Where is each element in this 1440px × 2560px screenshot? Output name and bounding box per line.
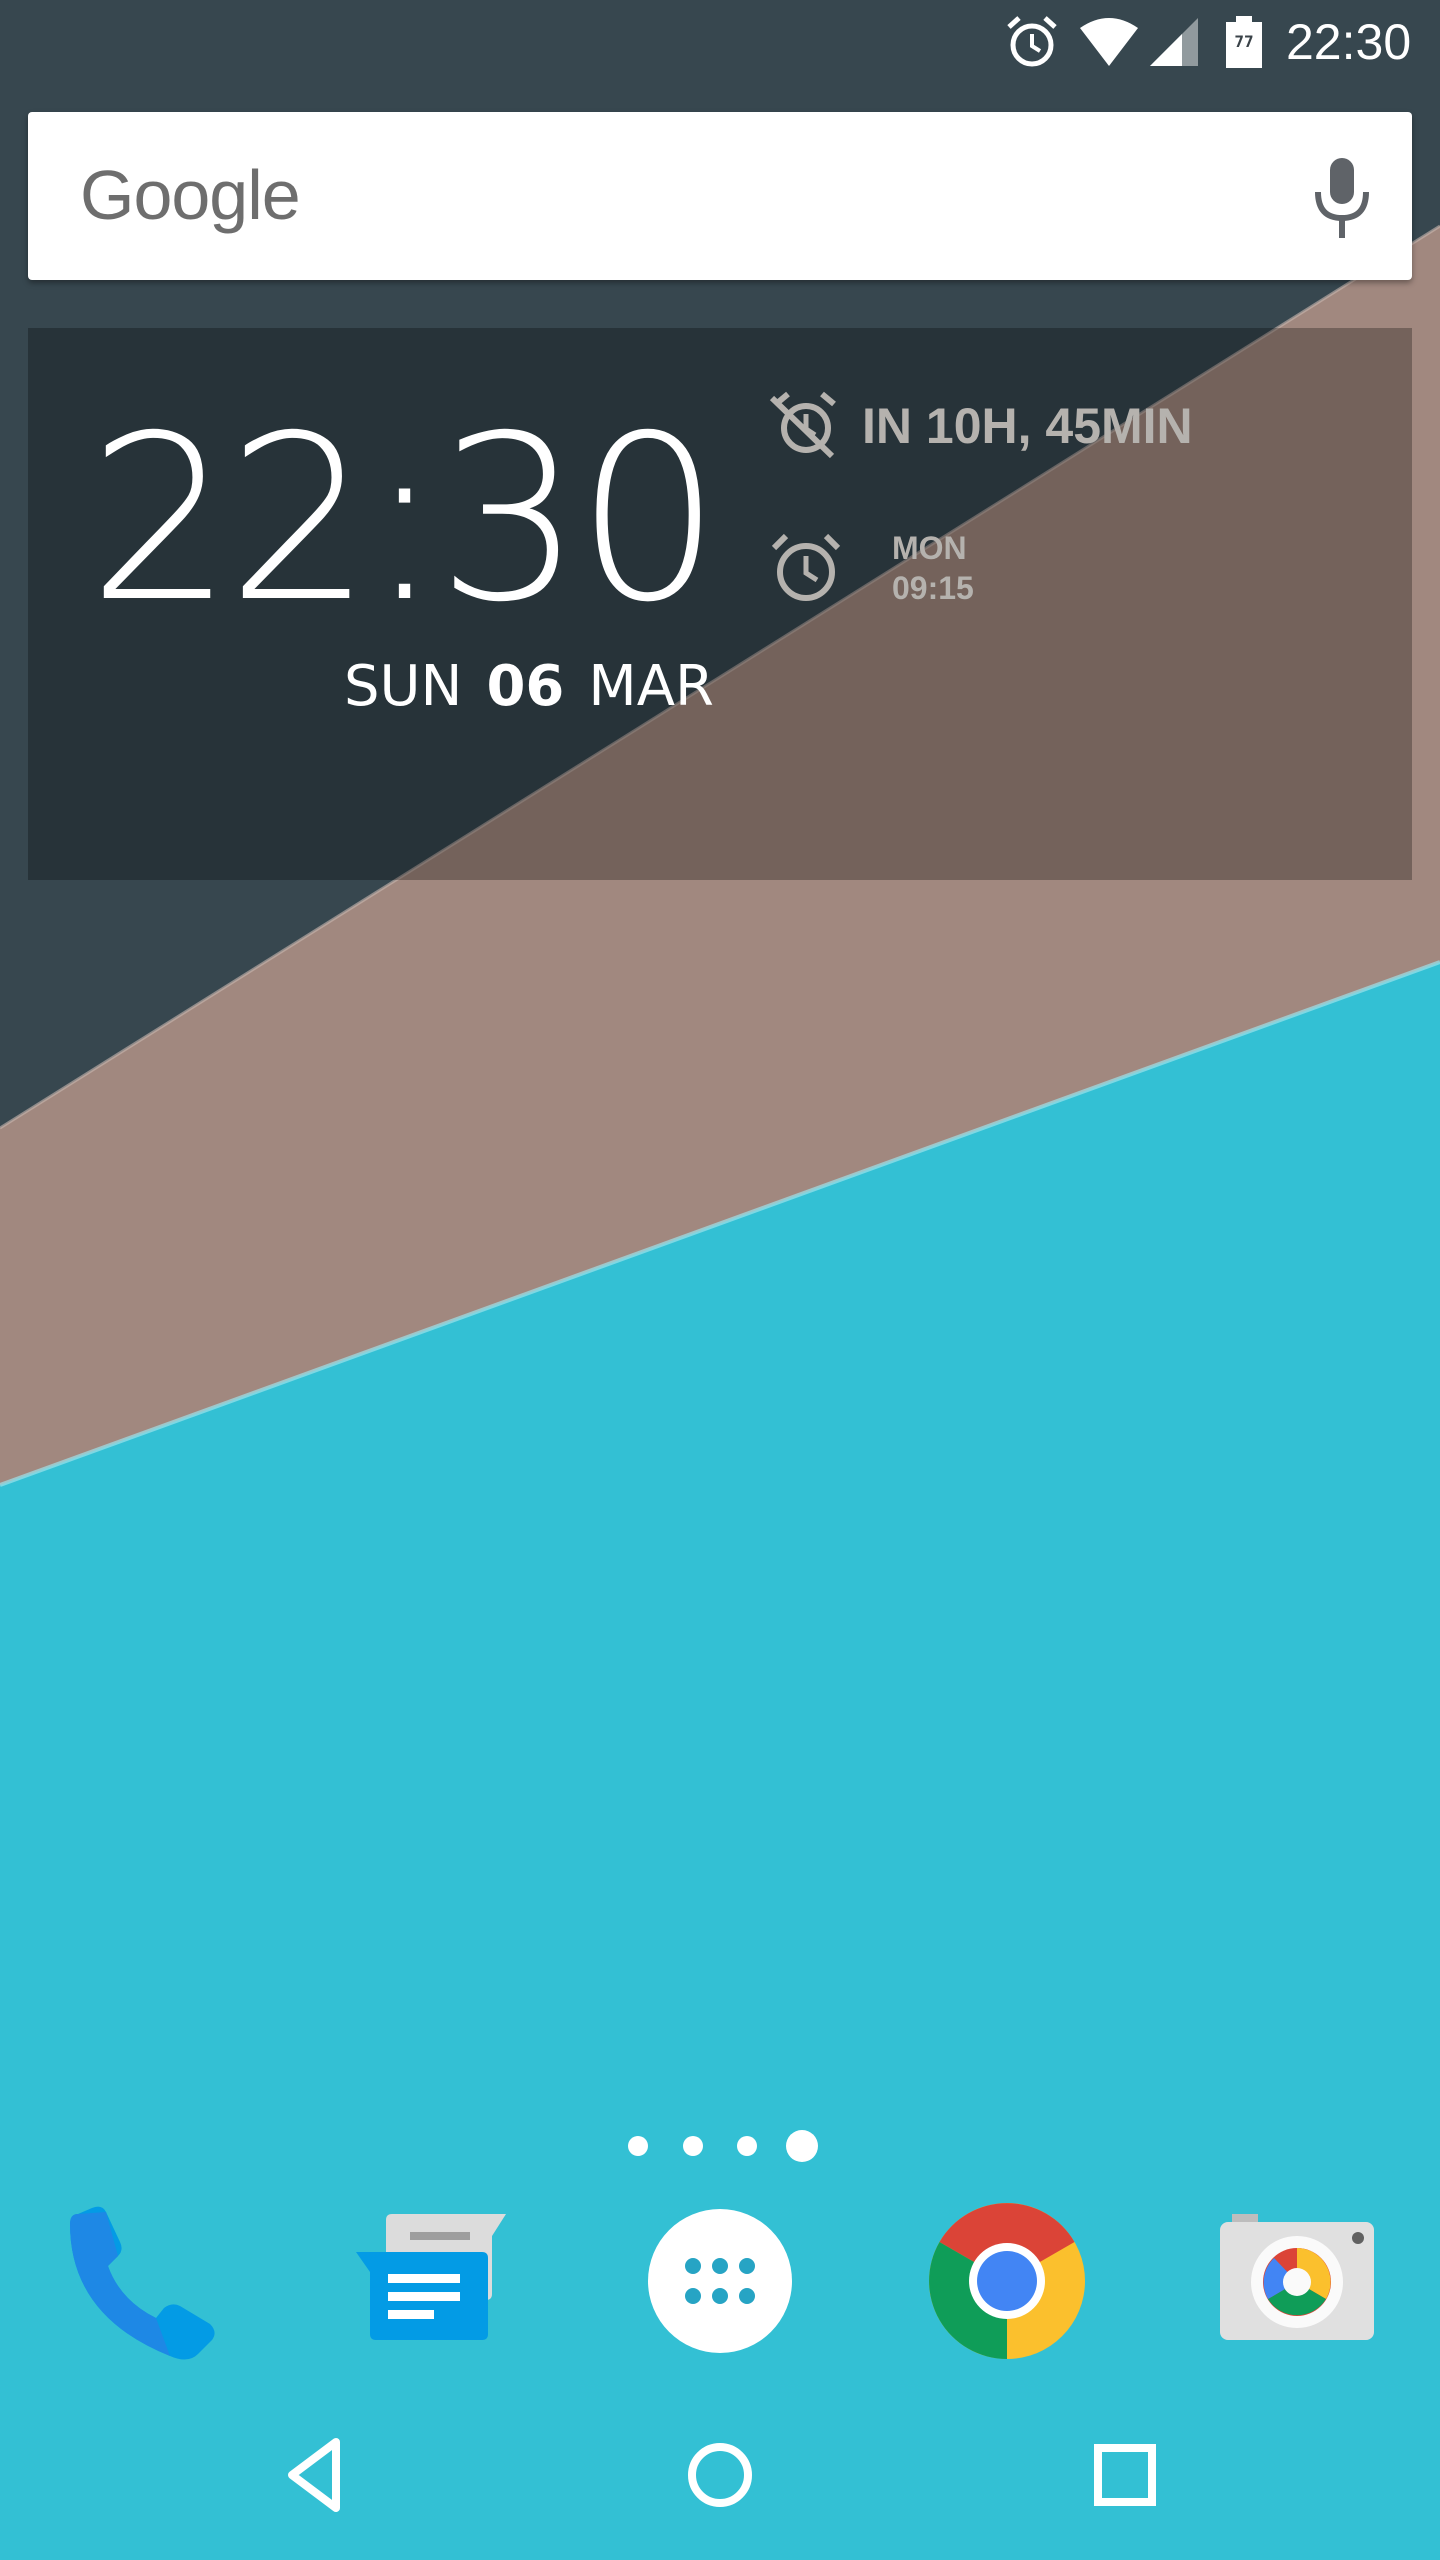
date-month: MAR	[588, 654, 714, 719]
wifi-icon	[1080, 18, 1138, 66]
messenger-app[interactable]	[344, 2196, 514, 2366]
status-time: 22:30	[1286, 14, 1412, 70]
clock-time[interactable]: 22:30	[88, 394, 721, 644]
alarm-icon[interactable]	[768, 530, 844, 606]
app-dock	[0, 2196, 1440, 2366]
mic-icon[interactable]	[1304, 152, 1380, 242]
alarm-icon	[1007, 16, 1057, 67]
battery-icon: 77	[1224, 14, 1264, 70]
date-number: 06	[486, 654, 565, 719]
phone-icon	[70, 2206, 215, 2360]
page-dot[interactable]	[628, 2136, 648, 2156]
next-alarm-day: MON	[892, 530, 967, 566]
google-search-bar[interactable]: Google	[28, 112, 1412, 280]
apps-grid-icon	[648, 2209, 792, 2353]
phone-app[interactable]	[60, 2196, 230, 2366]
signal-icon	[1150, 18, 1198, 66]
navigation-bar	[0, 2420, 1440, 2530]
next-alarm[interactable]: MON 09:15	[892, 528, 974, 608]
page-dot-active[interactable]	[786, 2130, 818, 2162]
page-indicator	[0, 2126, 1440, 2166]
messages-icon	[356, 2214, 506, 2340]
clock-widget[interactable]: 22:30 SUN 06 MAR IN 10H, 45MIN MON 09:15	[28, 328, 1412, 880]
google-logo: Google	[80, 156, 301, 234]
chrome-app[interactable]	[922, 2196, 1092, 2366]
app-drawer[interactable]	[635, 2196, 805, 2366]
back-icon[interactable]	[262, 2420, 372, 2530]
page-dot[interactable]	[683, 2136, 703, 2156]
clock-date: SUN 06 MAR	[344, 652, 714, 722]
alarm-countdown: IN 10H, 45MIN	[862, 398, 1193, 454]
camera-app[interactable]	[1212, 2196, 1382, 2366]
chrome-icon	[929, 2203, 1085, 2359]
date-day: SUN	[344, 654, 463, 719]
alarm-off-icon	[769, 391, 836, 459]
status-bar: 77 22:30	[0, 0, 1440, 84]
home-icon[interactable]	[665, 2420, 775, 2530]
recents-icon[interactable]	[1070, 2420, 1180, 2530]
next-alarm-time: 09:15	[892, 570, 974, 606]
battery-level: 77	[1234, 32, 1254, 51]
page-dot[interactable]	[737, 2136, 757, 2156]
camera-icon	[1220, 2214, 1374, 2340]
